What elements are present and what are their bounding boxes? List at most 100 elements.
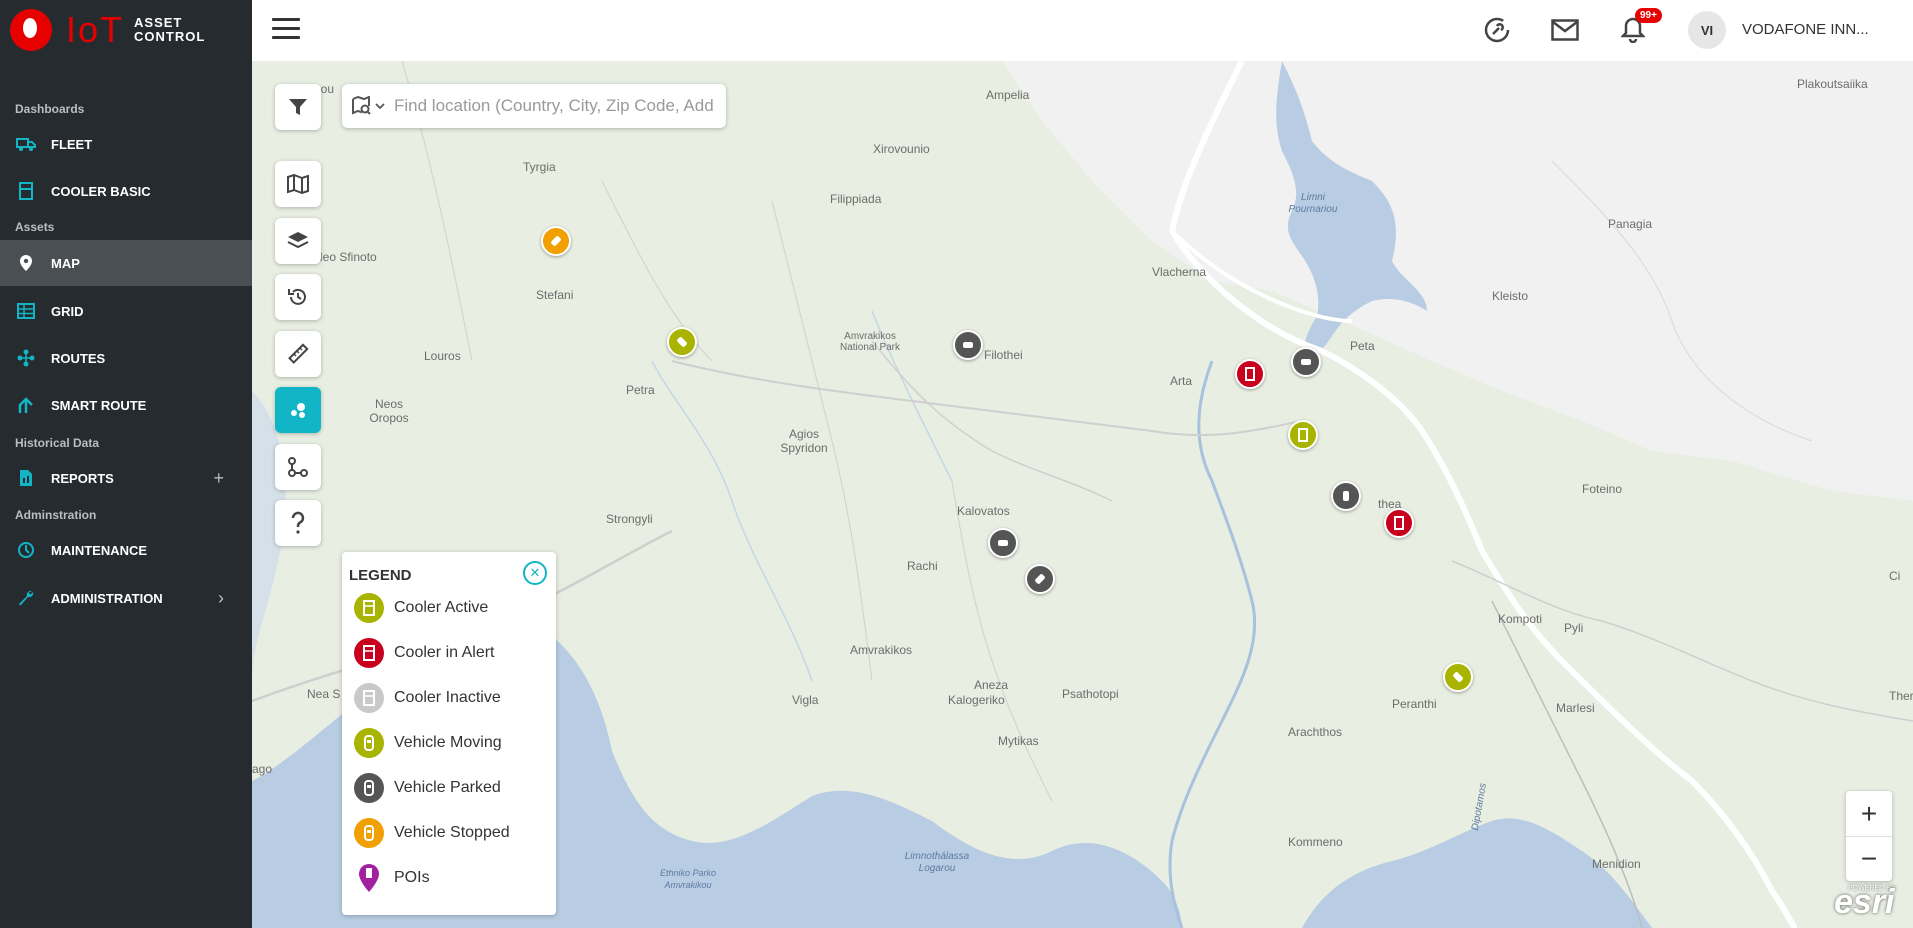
history-icon: [288, 288, 306, 305]
sidebar-item-routes[interactable]: ROUTES: [0, 335, 252, 381]
vehicle-parked-marker[interactable]: [988, 528, 1018, 558]
mail-icon[interactable]: [1549, 14, 1581, 46]
place-label: Vigla: [792, 693, 819, 707]
layers-icon: [287, 232, 309, 249]
sidebar-item-fleet[interactable]: FLEET: [0, 121, 252, 167]
zoom-in-button[interactable]: +: [1846, 791, 1892, 836]
logo-text: IoT: [66, 9, 125, 50]
basemap-button[interactable]: [275, 161, 321, 207]
sidebar-item-smart-route[interactable]: SMART ROUTE: [0, 382, 252, 428]
routes-icon: [16, 348, 36, 368]
legend-item: Cooler in Alert: [354, 637, 495, 669]
place-label: Agios Spyridon: [780, 427, 828, 455]
place-label: Strongyli: [606, 512, 653, 526]
notifications-icon[interactable]: 99+: [1617, 8, 1662, 46]
place-label: Kalogeriko: [948, 693, 1005, 707]
sidebar-item-map[interactable]: MAP: [0, 240, 252, 286]
sidebar-item-administration[interactable]: ADMINISTRATION ›: [0, 575, 252, 621]
vehicle-parked-marker[interactable]: [1025, 564, 1055, 594]
user-name[interactable]: VODAFONE INN...: [1742, 21, 1869, 38]
place-label: Neo Sfinoto: [314, 250, 377, 264]
section-label-dashboards: Dashboards: [15, 102, 85, 116]
vehicle-moving-marker[interactable]: [1443, 662, 1473, 692]
app-logo[interactable]: IoT ASSET CONTROL: [10, 8, 205, 52]
wrench-icon: [16, 588, 36, 608]
avatar[interactable]: VI: [1688, 11, 1726, 49]
place-label: Ci: [1889, 569, 1901, 583]
vehicle-parked-marker[interactable]: [953, 330, 983, 360]
vehicle-moving-marker[interactable]: [667, 327, 697, 357]
place-label: Tyrgia: [523, 160, 556, 174]
sidebar-item-maintenance[interactable]: MAINTENANCE: [0, 527, 252, 573]
cooler-active-marker[interactable]: [1288, 420, 1318, 450]
menu-toggle-icon[interactable]: [272, 18, 300, 42]
vehicle-stopped-marker[interactable]: [541, 226, 571, 256]
legend-item: Cooler Active: [354, 592, 488, 624]
help-button[interactable]: [275, 500, 321, 546]
logo-subtitle-line-1: ASSET: [134, 15, 183, 30]
place-label: Kommeno: [1288, 835, 1343, 849]
grid-icon: [16, 301, 36, 321]
logo-subtitle: ASSET CONTROL: [134, 16, 205, 44]
support-icon[interactable]: [1481, 14, 1513, 46]
vehicle-parked-marker[interactable]: [1291, 347, 1321, 377]
ruler-icon: [288, 343, 309, 364]
sidebar-item-label: FLEET: [51, 136, 93, 152]
legend-label: Vehicle Moving: [394, 734, 502, 751]
place-label: Amvrakikos: [850, 643, 913, 657]
layers-button[interactable]: [275, 218, 321, 264]
logo-subtitle-line-2: CONTROL: [134, 29, 206, 44]
place-label: Nea S: [307, 687, 341, 701]
sidebar-item-label: ADMINISTRATION: [51, 590, 163, 606]
cooler-alert-marker[interactable]: [1235, 359, 1265, 389]
place-label: Ampelia: [986, 88, 1030, 102]
route-icon: [288, 457, 308, 477]
expand-icon[interactable]: +: [213, 468, 224, 489]
vehicle-icon: [354, 818, 384, 848]
legend-panel: LEGEND ✕ Cooler Active Cooler in Alert C…: [342, 552, 556, 915]
section-label-administration: Adminstration: [15, 508, 97, 522]
water-label: Limni Pournariou: [1288, 192, 1338, 215]
notification-badge: 99+: [1635, 8, 1662, 23]
measure-button[interactable]: [275, 331, 321, 377]
sidebar-item-label: GRID: [51, 303, 84, 319]
place-label: Vlacherna: [1152, 265, 1207, 279]
cooler-alert-marker[interactable]: [1384, 508, 1414, 538]
place-label: Xirovounio: [873, 142, 930, 156]
cluster-button[interactable]: [275, 387, 321, 433]
vodafone-logo-icon: [10, 9, 52, 51]
place-label: Arachthos: [1288, 725, 1343, 739]
legend-label: Vehicle Parked: [394, 779, 501, 796]
sidebar-item-grid[interactable]: GRID: [0, 288, 252, 334]
map-pin-icon: [16, 253, 36, 273]
place-label: Psathotopi: [1062, 687, 1119, 701]
legend-item: Vehicle Moving: [354, 727, 502, 759]
place-label: Amvrakikos National Park: [839, 331, 901, 353]
map-view[interactable]: Ampelia Plakoutsaiika Tyrgia Xirovounio …: [252, 61, 1913, 928]
place-label: Stefani: [536, 288, 574, 302]
section-label-historical: Historical Data: [15, 436, 100, 450]
place-label: Mytikas: [998, 734, 1039, 748]
sidebar-item-label: MAINTENANCE: [51, 542, 148, 558]
sidebar-item-label: MAP: [51, 255, 80, 271]
route-button[interactable]: [275, 444, 321, 490]
report-icon: [16, 468, 36, 488]
legend-item: Vehicle Stopped: [354, 817, 510, 849]
chevron-right-icon[interactable]: ›: [218, 588, 224, 609]
place-label: Petra: [626, 383, 655, 397]
history-button[interactable]: [275, 274, 321, 320]
search-type-dropdown[interactable]: [342, 84, 394, 128]
water-label: Ethniko Parko Amvrakikou: [659, 868, 717, 890]
place-label: Aneza: [974, 678, 1009, 692]
legend-title: LEGEND: [349, 567, 412, 584]
sidebar-item-reports[interactable]: REPORTS +: [0, 455, 252, 501]
filter-button[interactable]: [275, 84, 321, 130]
close-icon[interactable]: ✕: [523, 561, 547, 585]
search-input[interactable]: [394, 96, 714, 116]
vehicle-parked-marker[interactable]: [1331, 481, 1361, 511]
zoom-out-button[interactable]: −: [1846, 836, 1892, 881]
maintenance-icon: [16, 540, 36, 560]
legend-item: Cooler Inactive: [354, 682, 501, 714]
place-label: Peta: [1350, 339, 1375, 353]
sidebar-item-cooler-basic[interactable]: COOLER BASIC: [0, 168, 252, 214]
